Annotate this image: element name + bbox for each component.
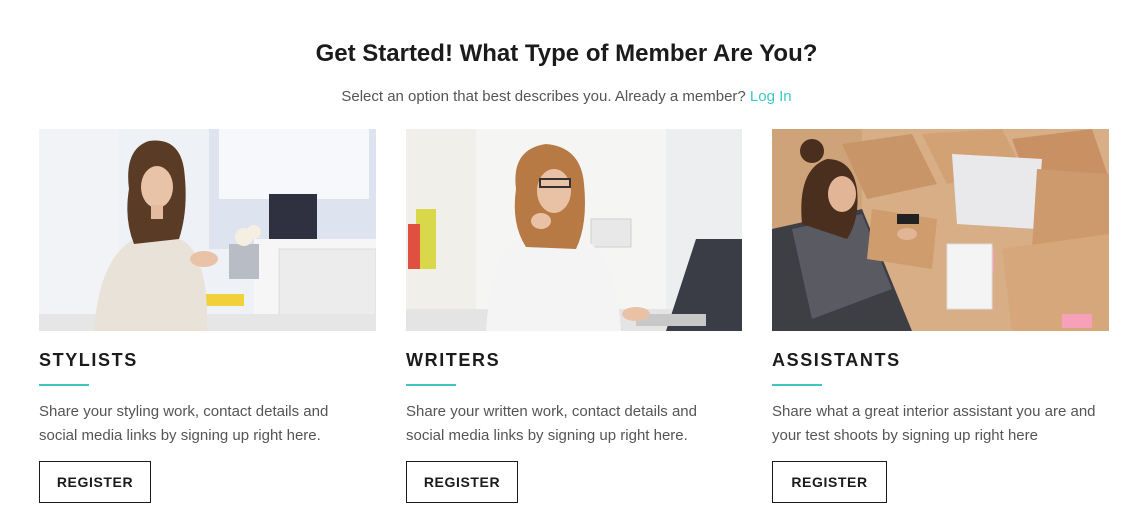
subtitle-text: Select an option that best describes you… (341, 88, 746, 105)
card-title: ASSISTANTS (772, 350, 901, 370)
card-description: Share your written work, contact details… (406, 403, 697, 444)
page-subtitle: Select an option that best describes you… (0, 88, 1133, 105)
stylists-photo (39, 129, 376, 331)
card-description: Share your styling work, contact details… (39, 403, 329, 444)
login-link[interactable]: Log In (750, 88, 792, 105)
register-stylists-button[interactable]: REGISTER (39, 461, 151, 503)
card-description: Share what a great interior assistant yo… (772, 403, 1096, 444)
card-title: WRITERS (406, 350, 501, 370)
page-title: Get Started! What Type of Member Are You… (315, 40, 818, 67)
writers-card: WRITERS Share your written work, contact… (406, 129, 742, 503)
assistants-photo (772, 129, 1109, 331)
assistants-card: ASSISTANTS Share what a great interior a… (772, 129, 1109, 503)
register-assistants-button[interactable]: REGISTER (772, 461, 887, 503)
card-title: STYLISTS (39, 350, 138, 370)
writers-photo (406, 129, 742, 331)
register-writers-button[interactable]: REGISTER (406, 461, 518, 503)
title-divider (39, 384, 89, 386)
title-divider (772, 384, 822, 386)
stylists-card: STYLISTS Share your styling work, contac… (39, 129, 376, 503)
title-divider (406, 384, 456, 386)
